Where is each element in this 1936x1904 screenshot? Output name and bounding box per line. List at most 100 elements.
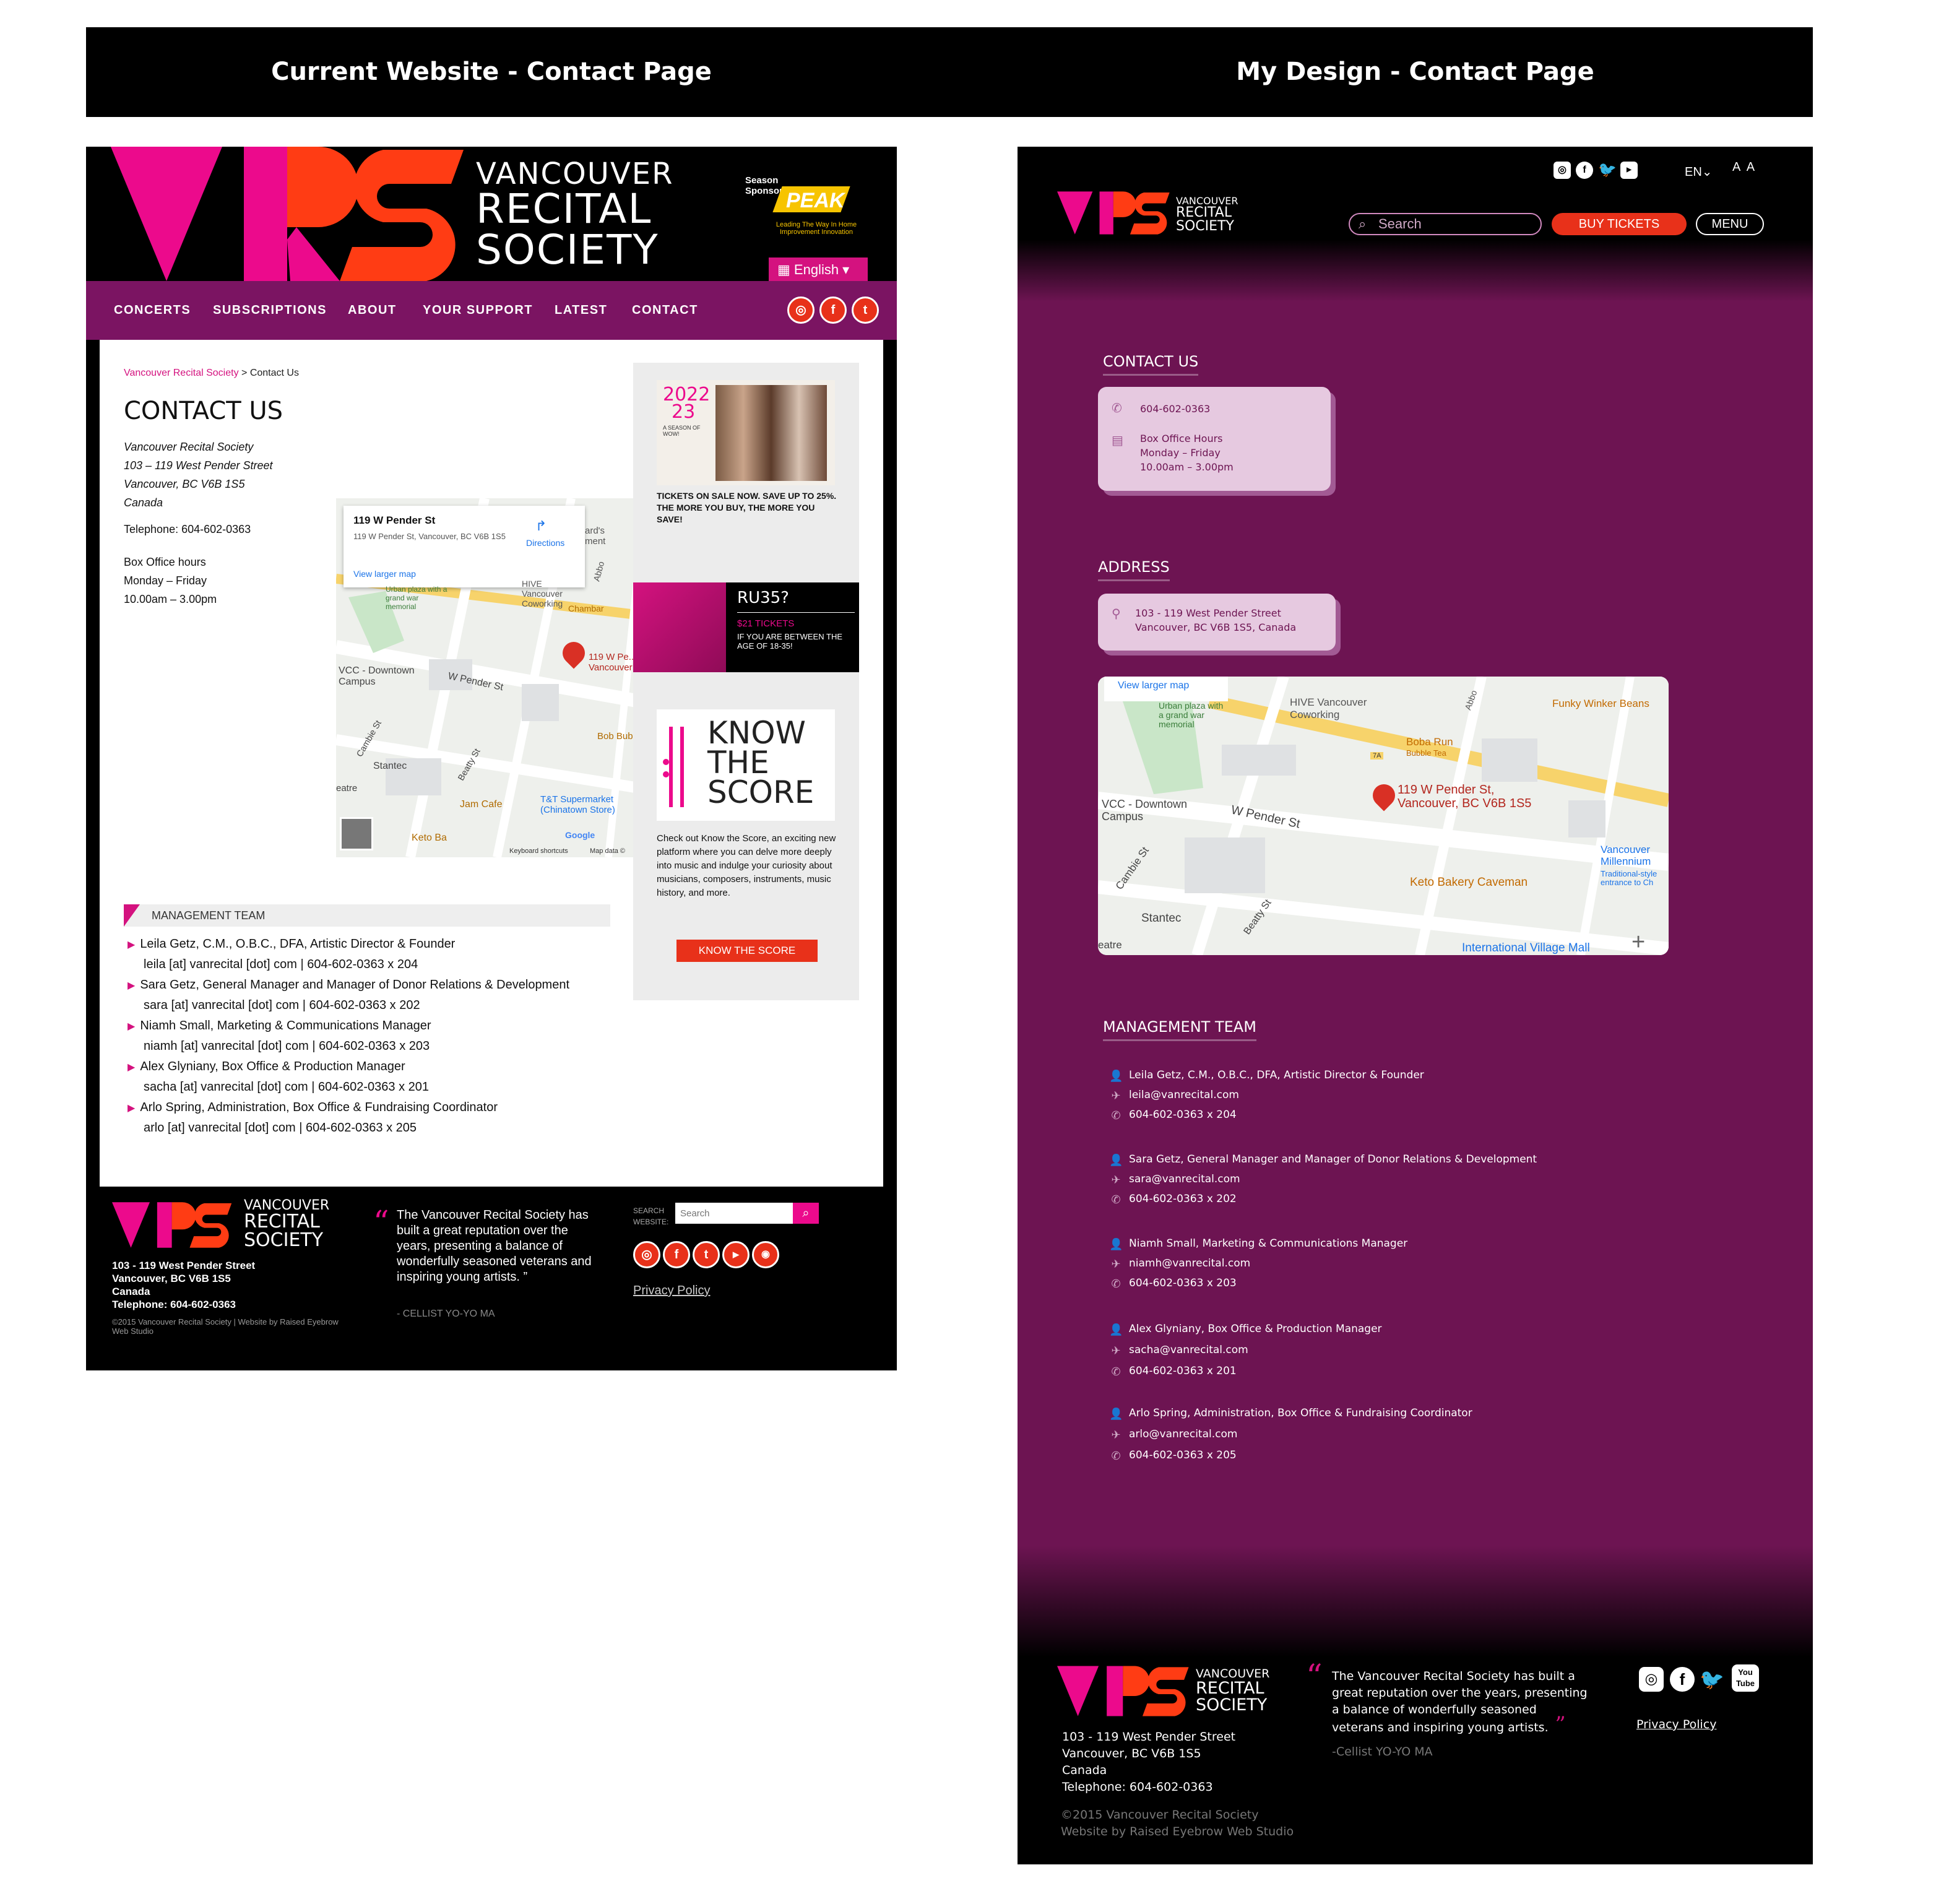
map-label: Stantec	[1141, 912, 1182, 925]
instagram-icon[interactable]: ◎	[787, 296, 815, 324]
map-label: 7A	[1370, 752, 1384, 759]
member-email[interactable]: arlo@vanrecital.com	[1129, 1428, 1237, 1440]
youtube-icon[interactable]: ▶	[722, 1241, 750, 1268]
map-shortcuts[interactable]: Keyboard shortcuts	[509, 847, 568, 855]
search-input[interactable]: ⌕ Search	[1349, 213, 1542, 235]
map-label: Urban plaza with a grand war memorial	[386, 585, 447, 611]
nav-concerts[interactable]: CONCERTS	[114, 281, 191, 340]
kts-title-line: KNOW	[707, 715, 806, 751]
zoom-in-icon[interactable]: +	[1631, 930, 1645, 954]
bullet-icon: ▶	[127, 940, 136, 950]
phone-icon: ✆	[1111, 1109, 1121, 1122]
box-office-hours: Box Office hours Monday – Friday 10.00am…	[124, 553, 217, 608]
nav-subscriptions[interactable]: SUBSCRIPTIONS	[213, 281, 327, 340]
google-logo: Google	[565, 830, 595, 840]
kts-dot	[663, 771, 669, 777]
calendar-icon: ▤	[1112, 433, 1123, 448]
facebook-icon[interactable]: f	[819, 296, 847, 324]
rss-icon[interactable]: ◉	[752, 1241, 779, 1268]
brand-line-2: RECITAL	[476, 185, 652, 233]
view-larger-map-link[interactable]: View larger map	[1118, 680, 1189, 691]
twitter-icon[interactable]: 🐦	[1698, 1667, 1726, 1692]
brand-line: RECITAL	[1176, 205, 1232, 220]
member-name: Leila Getz, C.M., O.B.C., DFA, Artistic …	[1129, 1069, 1424, 1081]
kts-bar	[669, 727, 673, 807]
instagram-icon[interactable]: ◎	[1639, 1667, 1664, 1692]
main-nav: CONCERTS SUBSCRIPTIONS ABOUT YOUR SUPPOR…	[86, 281, 897, 340]
contact-phone[interactable]: 604-602-0363	[1140, 403, 1210, 415]
member-phone[interactable]: 604-602-0363 x 201	[1129, 1365, 1237, 1377]
instagram-icon[interactable]: ◎	[1554, 162, 1571, 179]
buy-tickets-button[interactable]: BUY TICKETS	[1552, 213, 1687, 235]
address-block: Vancouver Recital Society 103 – 119 West…	[124, 438, 273, 512]
bullet-icon: ▶	[127, 1062, 136, 1073]
embedded-map[interactable]: 119 W Pender St 119 W Pender St, Vancouv…	[336, 498, 647, 857]
map-label: T&T Supermarket (Chinatown Store)	[540, 794, 615, 815]
view-larger-map-link[interactable]: View larger map	[353, 569, 416, 579]
instagram-icon[interactable]: ◎	[633, 1241, 660, 1268]
embedded-map[interactable]: View larger map HIVE Vancouver Coworking…	[1098, 677, 1669, 955]
footer-address-line: Vancouver, BC V6B 1S5	[112, 1273, 231, 1284]
member-name: Alex Glyniany, Box Office & Production M…	[140, 1060, 405, 1073]
map-label: HIVE Vancouver Coworking	[1290, 696, 1367, 720]
privacy-policy-link[interactable]: Privacy Policy	[1636, 1718, 1716, 1731]
search-icon: ⌕	[1359, 216, 1367, 232]
season-promo-image[interactable]: 2022 23 A SEASON OF WOW!	[657, 380, 835, 485]
vrs-logo[interactable]	[1057, 191, 1173, 235]
member-email[interactable]: leila@vanrecital.com	[1129, 1089, 1239, 1101]
current-website: VANCOUVER RECITAL SOCIETY Season Sponsor…	[86, 147, 897, 1370]
ru35-banner[interactable]: RU35? $21 TICKETS IF YOU ARE BETWEEN THE…	[633, 582, 859, 672]
nav-about[interactable]: ABOUT	[348, 281, 397, 340]
twitter-icon[interactable]: t	[852, 296, 879, 324]
left-title: Current Website - Contact Page	[271, 58, 712, 86]
location-pin-icon: ⚲	[1112, 606, 1121, 621]
privacy-policy-link[interactable]: Privacy Policy	[633, 1284, 710, 1298]
copyright-line: ©2015 Vancouver Recital Society	[1061, 1808, 1259, 1822]
know-the-score-logo[interactable]: KNOW THE SCORE	[657, 709, 835, 821]
phone-icon: ✆	[1111, 1278, 1121, 1290]
text-size-toggle[interactable]: A A	[1732, 160, 1757, 175]
nav-latest[interactable]: LATEST	[555, 281, 607, 340]
youtube-icon[interactable]: You Tube	[1732, 1664, 1759, 1692]
member-phone[interactable]: 604-602-0363 x 205	[1129, 1449, 1237, 1461]
member-email[interactable]: sara@vanrecital.com	[1129, 1173, 1240, 1185]
facebook-icon[interactable]: f	[1670, 1667, 1695, 1692]
member-phone[interactable]: 604-602-0363 x 203	[1129, 1277, 1237, 1289]
person-icon: 👤	[1109, 1408, 1123, 1420]
breadcrumb-home-link[interactable]: Vancouver Recital Society	[124, 368, 239, 378]
footer-vrs-logo[interactable]	[112, 1200, 236, 1250]
member-phone[interactable]: 604-602-0363 x 204	[1129, 1109, 1237, 1121]
quote-mark: “	[373, 1204, 389, 1240]
twitter-icon[interactable]: t	[693, 1241, 720, 1268]
season-sponsor[interactable]: Season Sponsor PEAK Leading The Way In H…	[745, 175, 869, 249]
map-place-card: 119 W Pender St 119 W Pender St, Vancouv…	[344, 506, 585, 587]
ru35-photo	[633, 582, 726, 672]
directions-link[interactable]: Directions	[526, 538, 564, 548]
map-satellite-toggle[interactable]	[340, 817, 373, 850]
member-email[interactable]: niamh@vanrecital.com	[1129, 1257, 1250, 1270]
footer-search-input[interactable]	[675, 1203, 793, 1224]
language-select[interactable]: ▦ English ▾	[769, 257, 868, 282]
language-select[interactable]: EN⌄	[1685, 164, 1713, 180]
vrs-logo[interactable]	[111, 147, 476, 281]
member-contact: sacha [at] vanrecital [dot] com | 604-60…	[144, 1080, 430, 1094]
kts-bar	[680, 727, 684, 807]
footer-brand-line: RECITAL	[244, 1211, 320, 1232]
know-the-score-button[interactable]: KNOW THE SCORE	[676, 940, 818, 962]
directions-icon[interactable]: ↱	[535, 518, 547, 534]
search-icon[interactable]: ⌕	[793, 1203, 819, 1224]
quote-open-icon: “	[1306, 1658, 1323, 1695]
member-phone[interactable]: 604-602-0363 x 202	[1129, 1193, 1237, 1205]
facebook-icon[interactable]: f	[1576, 162, 1593, 179]
nav-contact[interactable]: CONTACT	[632, 281, 698, 340]
nav-your-support[interactable]: YOUR SUPPORT	[423, 281, 533, 340]
sponsor-tagline: Leading The Way In Home Improvement Inno…	[776, 221, 857, 236]
map-label: Urban plaza with a grand war memorial	[1159, 701, 1224, 729]
twitter-icon[interactable]: 🐦	[1598, 162, 1617, 179]
menu-button[interactable]: MENU	[1696, 213, 1764, 235]
member-name: Arlo Spring, Administration, Box Office …	[140, 1101, 498, 1114]
member-email[interactable]: sacha@vanrecital.com	[1129, 1344, 1248, 1356]
youtube-icon[interactable]: ▶	[1620, 162, 1638, 179]
footer-vrs-logo[interactable]	[1057, 1666, 1193, 1716]
facebook-icon[interactable]: f	[663, 1241, 690, 1268]
